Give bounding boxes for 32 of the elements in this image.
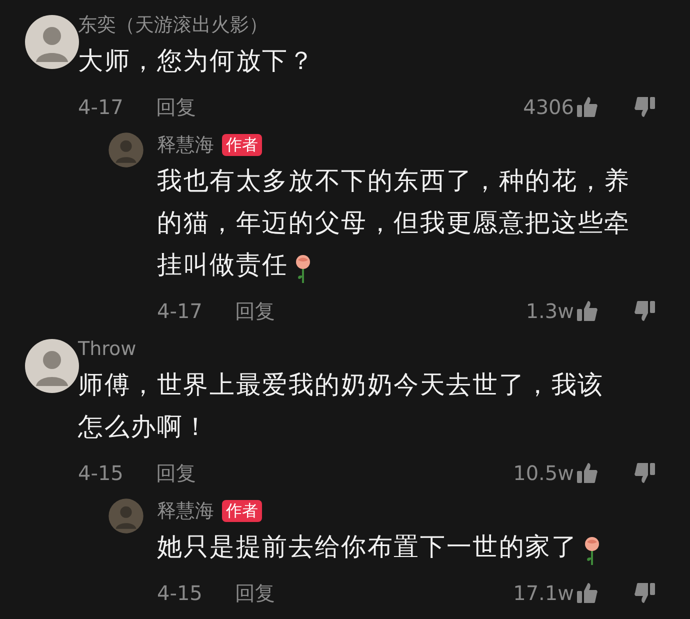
like-count: 10.5w: [513, 460, 574, 487]
reply-button[interactable]: 回复: [235, 578, 275, 608]
comment-text: 师傅，世界上最爱我的奶奶今天去世了，我该怎么办啊！: [78, 370, 604, 441]
comment-text: 大师，您为何放下？: [78, 46, 315, 75]
thumbs-down-icon[interactable]: [634, 462, 656, 484]
avatar[interactable]: [24, 338, 80, 394]
thumbs-up-icon[interactable]: [576, 300, 598, 322]
like-count: 1.3w: [526, 298, 574, 325]
avatar[interactable]: [24, 14, 80, 70]
thumbs-down-icon[interactable]: [634, 582, 656, 604]
reply-button[interactable]: 回复: [156, 92, 196, 122]
comment-date: 4-17: [157, 298, 204, 325]
like-count: 4306: [523, 94, 574, 121]
username[interactable]: 释慧海: [157, 130, 214, 160]
comment-date: 4-15: [78, 460, 124, 487]
author-badge: 作者: [222, 134, 262, 156]
username[interactable]: 东奕（天游滚出火影）: [78, 10, 268, 40]
reply-button[interactable]: 回复: [235, 296, 275, 326]
comment-text: 她只是提前去给你布置下一世的家了: [157, 532, 578, 561]
like-count: 17.1w: [513, 580, 574, 607]
username[interactable]: Throw: [78, 334, 136, 364]
thumbs-up-icon[interactable]: [576, 96, 598, 118]
author-badge: 作者: [222, 500, 262, 522]
comment-date: 4-15: [157, 580, 204, 607]
thumbs-down-icon[interactable]: [634, 96, 656, 118]
thumbs-up-icon[interactable]: [576, 582, 598, 604]
thumbs-up-icon[interactable]: [576, 462, 598, 484]
username[interactable]: 释慧海: [157, 496, 214, 526]
comment-text: 我也有太多放不下的东西了，种的花，养的猫，年迈的父母，但我更愿意把这些牵挂叫做责任: [157, 166, 630, 279]
reply-button[interactable]: 回复: [156, 458, 196, 488]
comment-date: 4-17: [78, 94, 124, 121]
thumbs-down-icon[interactable]: [634, 300, 656, 322]
